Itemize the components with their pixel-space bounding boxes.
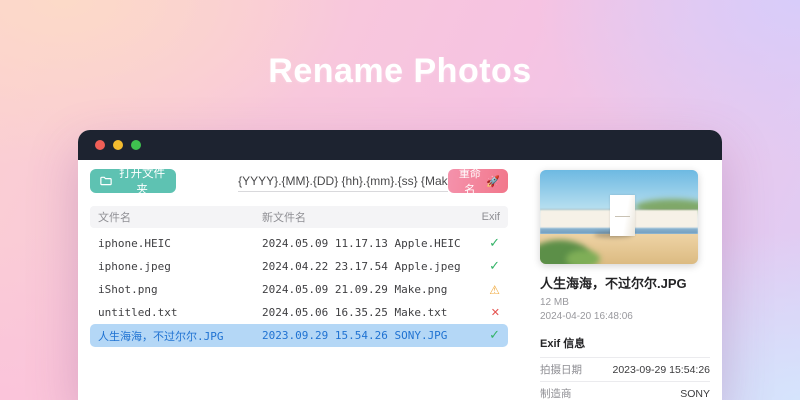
titlebar [78,130,722,160]
detail-panel: 人生海海，不过尔尔.JPG 12 MB 2024-04-20 16:48:06 … [520,160,722,400]
cell-new-filename: 2024.05.06 16.35.25 Make.txt [262,306,448,319]
window-content: 打开文件夹 重命名 🚀 文件名 新文件名 Exif iphone.HEIC 20… [78,160,722,400]
column-exif: Exif [481,211,500,223]
photo-plant [566,250,600,264]
toolbar: 打开文件夹 重命名 🚀 [90,168,520,196]
cell-filename: iShot.png [98,283,158,296]
exif-label: 拍摄日期 [540,364,582,376]
rename-label: 重命名 [458,168,481,196]
table-row[interactable]: iphone.HEIC 2024.05.09 11.17.13 Apple.HE… [90,232,508,255]
photo-preview [540,170,698,264]
file-table: iphone.HEIC 2024.05.09 11.17.13 Apple.HE… [90,232,508,347]
exif-row: 制造商 SONY [540,381,710,400]
detail-datetime: 2024-04-20 16:48:06 [540,311,633,322]
column-new-filename: 新文件名 [262,212,306,224]
detail-filesize: 12 MB [540,297,569,308]
exif-section-title: Exif 信息 [540,338,586,350]
exif-value: SONY [680,387,710,400]
table-row[interactable]: iphone.jpeg 2024.04.22 23.17.54 Apple.jp… [90,255,508,278]
cell-filename: untitled.txt [98,306,178,319]
minimize-button[interactable] [113,140,123,150]
cell-new-filename: 2024.05.09 11.17.13 Apple.HEIC [262,237,461,250]
rename-button[interactable]: 重命名 🚀 [448,168,508,196]
table-header: 文件名 新文件名 Exif [90,206,508,228]
table-row[interactable]: untitled.txt 2024.05.06 16.35.25 Make.tx… [90,301,508,324]
cell-new-filename: 2024.04.22 23.17.54 Apple.jpeg [262,260,461,273]
open-folder-button[interactable]: 打开文件夹 [90,168,177,196]
open-folder-label: 打开文件夹 [119,168,166,196]
rocket-icon: 🚀 [486,175,500,188]
exif-table: 拍摄日期 2023-09-29 15:54:26 制造商 SONY 相机 ILC… [540,357,710,400]
table-row[interactable]: 人生海海，不过尔尔.JPG 2023.09.29 15.54.26 SONY.J… [90,324,508,347]
status-icon: ✓ [489,328,500,343]
page-title: Rename Photos [268,52,532,90]
table-row[interactable]: iShot.png 2024.05.09 21.09.29 Make.png ⚠ [90,278,508,301]
cell-filename: iphone.jpeg [98,260,171,273]
pattern-input[interactable] [238,170,449,192]
photo-book [609,195,635,236]
cell-filename: iphone.HEIC [98,237,171,250]
app-window: 打开文件夹 重命名 🚀 文件名 新文件名 Exif iphone.HEIC 20… [78,130,722,400]
zoom-button[interactable] [131,140,141,150]
detail-filename: 人生海海，不过尔尔.JPG [540,276,687,291]
folder-icon [100,176,112,186]
main-panel: 打开文件夹 重命名 🚀 文件名 新文件名 Exif iphone.HEIC 20… [78,160,520,400]
exif-value: 2023-09-29 15:54:26 [612,363,711,376]
close-button[interactable] [95,140,105,150]
exif-label: 制造商 [540,388,572,400]
exif-row: 拍摄日期 2023-09-29 15:54:26 [540,357,710,381]
status-icon: ✓ [489,236,500,251]
status-icon: ✕ [490,306,500,319]
column-filename: 文件名 [98,212,131,224]
cell-new-filename: 2024.05.09 21.09.29 Make.png [262,283,448,296]
status-icon: ✓ [489,259,500,274]
cell-filename: 人生海海，不过尔尔.JPG [98,329,224,343]
status-icon: ⚠ [489,282,500,297]
cell-new-filename: 2023.09.29 15.54.26 SONY.JPG [262,329,448,342]
